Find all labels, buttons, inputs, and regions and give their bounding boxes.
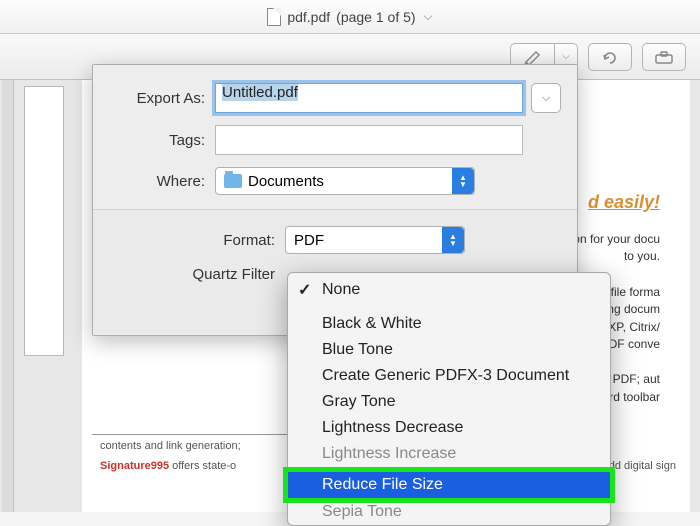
where-value: Documents [248, 173, 324, 190]
where-label: Where: [109, 173, 215, 190]
chevron-down-icon: ⌵ [542, 92, 550, 105]
menu-item-blue-tone[interactable]: Blue Tone [288, 337, 610, 363]
tags-input[interactable] [215, 125, 523, 155]
menu-item-lightness-increase[interactable]: Lightness Increase [288, 441, 610, 467]
menu-item-reduce-file-size[interactable]: Reduce File Size [288, 472, 610, 498]
folder-icon [224, 174, 242, 188]
expand-save-panel-button[interactable]: ⌵ [531, 83, 561, 113]
select-arrows-icon: ▲▼ [442, 227, 464, 253]
rotate-icon [601, 48, 619, 66]
export-as-value: Untitled.pdf [222, 84, 298, 101]
pencil-icon [524, 50, 542, 64]
menu-separator [288, 303, 610, 311]
doc-signature-label: Signature995 [100, 460, 169, 472]
page-thumbnail[interactable] [24, 86, 64, 356]
chevron-down-icon: ⌵ [424, 9, 433, 24]
select-arrows-icon: ▲▼ [452, 168, 474, 194]
document-title-group[interactable]: pdf.pdf (page 1 of 5) ⌵ [267, 8, 432, 26]
window-titlebar: pdf.pdf (page 1 of 5) ⌵ [0, 0, 700, 34]
tutorial-highlight: Reduce File Size [283, 467, 615, 503]
menu-item-pdfx3[interactable]: Create Generic PDFX-3 Document [288, 363, 610, 389]
document-icon [267, 8, 281, 26]
checkmark-icon: ✓ [298, 280, 311, 300]
format-label: Format: [109, 232, 285, 249]
export-as-input[interactable]: Untitled.pdf [215, 83, 523, 113]
menu-item-lightness-decrease[interactable]: Lightness Decrease [288, 415, 610, 441]
menu-item-gray-tone[interactable]: Gray Tone [288, 389, 610, 415]
scrollbar-vertical[interactable] [2, 80, 14, 512]
menu-item-black-white[interactable]: Black & White [288, 311, 610, 337]
chevron-down-icon: ⌵ [562, 51, 570, 62]
tags-label: Tags: [109, 132, 215, 149]
rotate-button[interactable] [588, 43, 632, 71]
document-filename: pdf.pdf [287, 9, 330, 25]
quartz-filter-label: Quartz Filter [109, 266, 285, 283]
toolbox-icon [654, 50, 674, 64]
document-page-info: (page 1 of 5) [336, 9, 415, 25]
menu-item-sepia-tone[interactable]: Sepia Tone [288, 503, 610, 521]
menu-item-none[interactable]: ✓ None [288, 277, 610, 303]
export-as-label: Export As: [109, 90, 215, 107]
doc-footer-text: contents and link generation; [100, 440, 241, 452]
thumbnail-sidebar [16, 80, 72, 512]
markup-toolbar-button[interactable] [642, 43, 686, 71]
quartz-filter-menu: ✓ None Black & White Blue Tone Create Ge… [287, 272, 611, 526]
format-select[interactable]: PDF ▲▼ [285, 226, 465, 254]
doc-text-fragment: dd digital sign [609, 460, 676, 472]
where-select[interactable]: Documents ▲▼ [215, 167, 475, 195]
doc-text-fragment: offers state-o [169, 460, 236, 472]
format-value: PDF [294, 232, 324, 249]
